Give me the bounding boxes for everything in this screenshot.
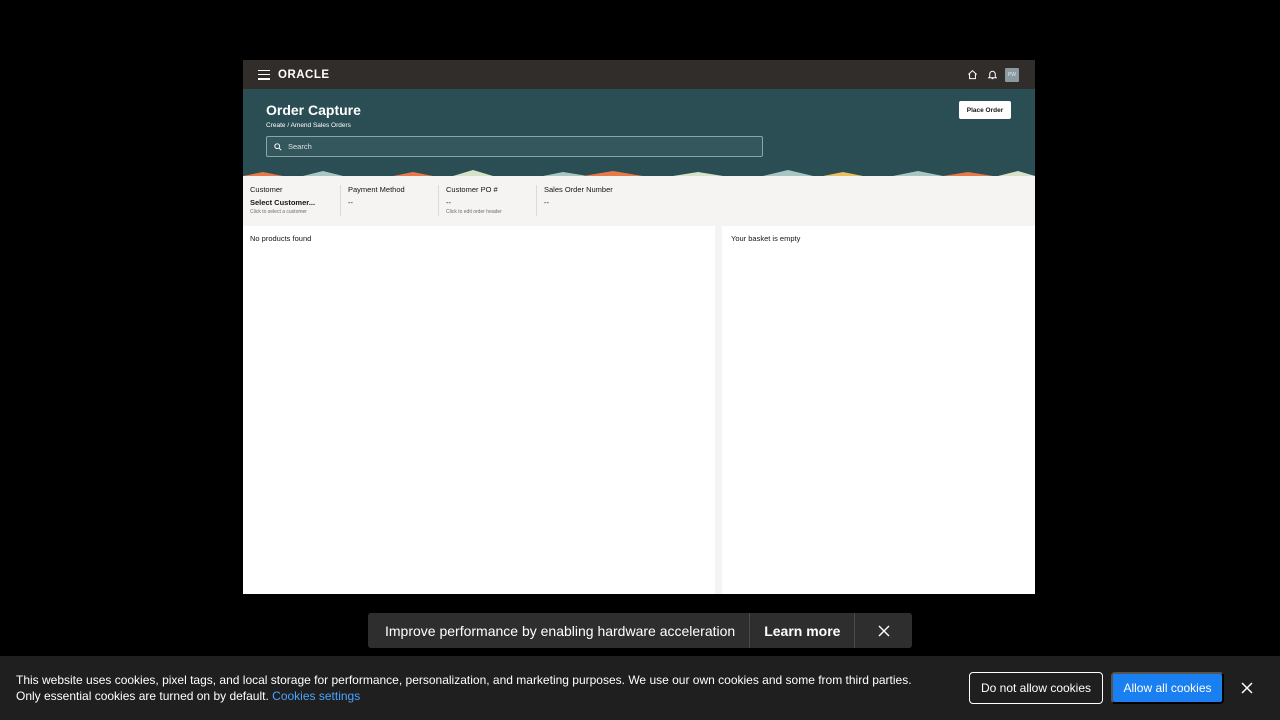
customer-hint: Click to select a customer (250, 209, 307, 215)
sales-order-number-value: -- (544, 198, 549, 207)
customer-value: Select Customer... (250, 198, 316, 207)
user-avatar[interactable]: PW (1005, 67, 1019, 82)
sales-order-number-label: Sales Order Number (544, 185, 613, 194)
search-icon (274, 138, 282, 156)
search-input[interactable] (288, 142, 748, 151)
learn-more-button[interactable]: Learn more (750, 613, 856, 648)
products-empty-message: No products found (250, 234, 312, 243)
toast-message: Improve performance by enabling hardware… (368, 613, 751, 648)
payment-method-field[interactable]: Payment Method -- (341, 185, 439, 216)
bell-icon[interactable] (985, 68, 999, 82)
search-box (266, 136, 763, 157)
basket-empty-message: Your basket is empty (731, 234, 801, 243)
customer-po-label: Customer PO # (446, 185, 498, 194)
toast-close-icon[interactable] (855, 613, 912, 648)
content-panels: No products found Your basket is empty (243, 226, 1035, 594)
cookie-banner: This website uses cookies, pixel tags, a… (0, 656, 1280, 720)
customer-field[interactable]: Customer Select Customer... Click to sel… (243, 185, 341, 216)
payment-method-label: Payment Method (348, 185, 405, 194)
basket-panel: Your basket is empty (722, 226, 1035, 594)
top-bar: ORACLE PW (243, 60, 1035, 89)
customer-po-hint: Click to edit order header (446, 209, 502, 215)
sales-order-number-field: Sales Order Number -- (537, 185, 657, 216)
allow-all-cookies-button[interactable]: Allow all cookies (1111, 672, 1224, 704)
cookie-text-block: This website uses cookies, pixel tags, a… (16, 672, 936, 704)
decorative-pattern (243, 170, 1035, 176)
page-header: Order Capture Create / Amend Sales Order… (243, 89, 1035, 176)
page-title: Order Capture (266, 102, 361, 118)
oracle-logo: ORACLE (278, 68, 330, 81)
order-info-bar: Customer Select Customer... Click to sel… (243, 176, 1035, 226)
oracle-app-window: ORACLE PW Order Capture Create / Amend S… (243, 60, 1035, 594)
place-order-button[interactable]: Place Order (959, 101, 1011, 119)
page-subtitle: Create / Amend Sales Orders (266, 122, 351, 129)
menu-icon[interactable] (258, 69, 270, 80)
cookie-close-icon[interactable] (1239, 680, 1255, 696)
payment-method-value: -- (348, 198, 353, 207)
cookie-message: This website uses cookies, pixel tags, a… (16, 673, 912, 703)
panel-divider (715, 226, 722, 594)
do-not-allow-cookies-button[interactable]: Do not allow cookies (969, 672, 1103, 704)
products-panel: No products found (243, 226, 715, 594)
hardware-acceleration-toast: Improve performance by enabling hardware… (368, 613, 912, 648)
home-icon[interactable] (965, 68, 979, 82)
customer-po-field[interactable]: Customer PO # -- Click to edit order hea… (439, 185, 537, 216)
cookies-settings-link[interactable]: Cookies settings (272, 689, 360, 703)
customer-label: Customer (250, 185, 283, 194)
customer-po-value: -- (446, 198, 451, 207)
